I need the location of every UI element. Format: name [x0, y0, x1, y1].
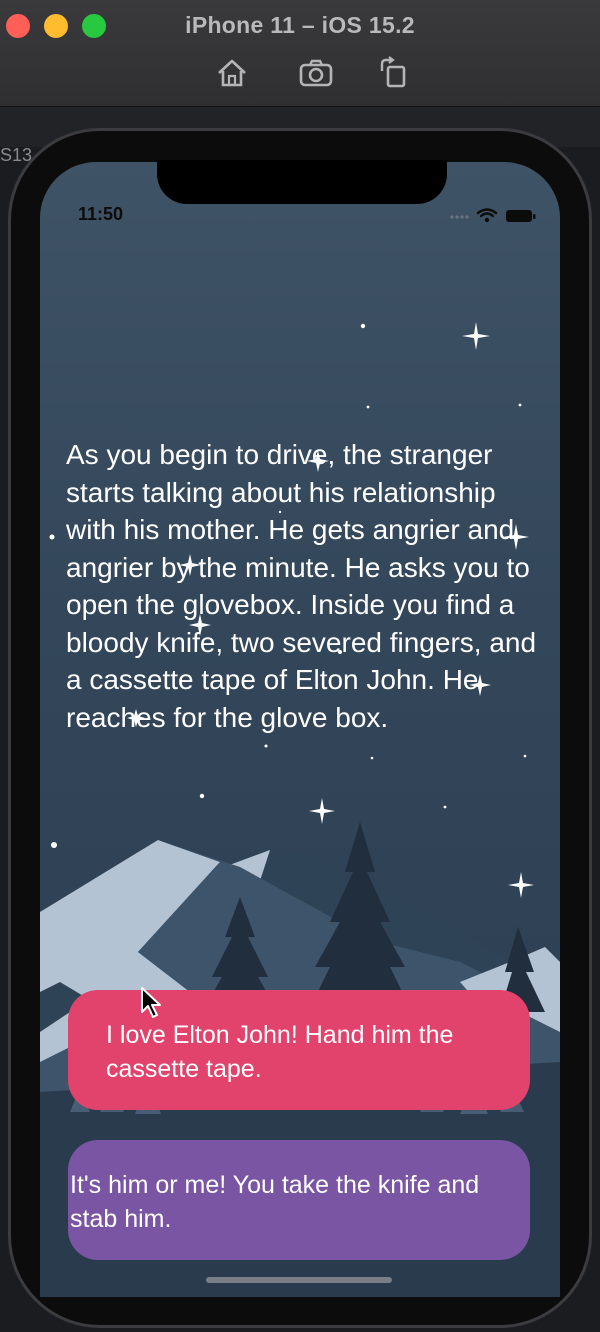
- signal-icon: [450, 215, 469, 219]
- rotate-icon: [380, 56, 406, 88]
- wifi-icon: [476, 208, 498, 218]
- status-bar-icons: [450, 208, 536, 223]
- mouse-cursor-icon: [141, 987, 161, 1018]
- phone-notch: [157, 160, 447, 204]
- home-icon: [218, 59, 246, 87]
- choice-button-stab[interactable]: It's him or me! You take the knife and s…: [68, 1140, 530, 1260]
- simulator-title: iPhone 11 – iOS 15.2: [185, 12, 415, 38]
- battery-icon: [506, 210, 536, 222]
- rotate-button[interactable]: [376, 56, 412, 90]
- story-text: As you begin to drive, the stranger star…: [66, 439, 537, 733]
- status-bar-time: 11:50: [78, 204, 124, 224]
- home-button[interactable]: [214, 56, 250, 90]
- home-indicator[interactable]: [206, 1277, 392, 1283]
- screenshot-icon: [299, 59, 333, 87]
- choice-button-hand-tape[interactable]: I love Elton John! Hand him the cassette…: [68, 990, 530, 1110]
- screenshot-button[interactable]: [298, 56, 334, 90]
- simulator-title-bar: iPhone 11 – iOS 15.2: [0, 0, 600, 107]
